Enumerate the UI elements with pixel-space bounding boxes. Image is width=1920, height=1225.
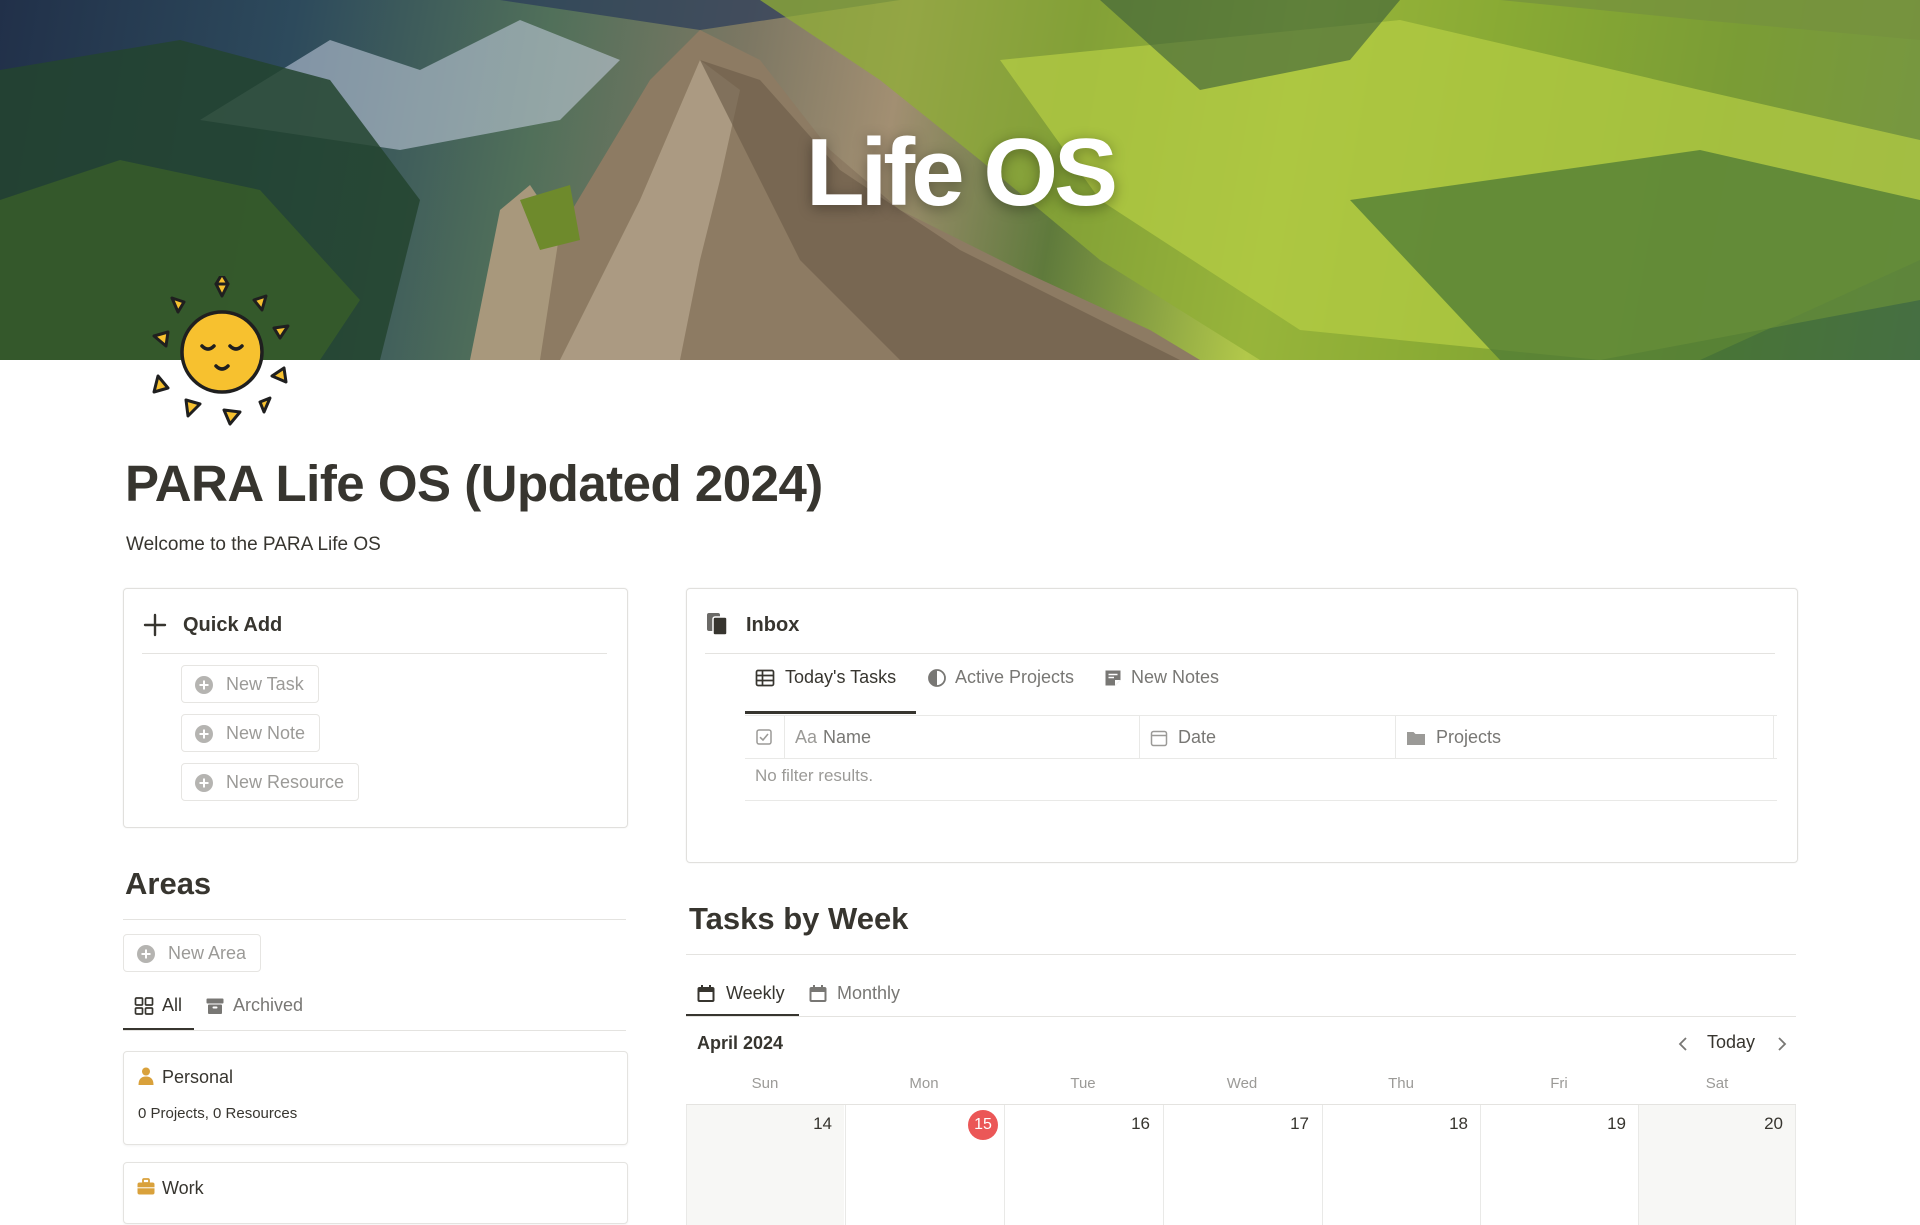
day-number: 16	[1131, 1114, 1150, 1133]
plus-circle-icon	[195, 676, 213, 694]
plus-circle-icon	[195, 725, 213, 743]
column-date-label: Date	[1178, 727, 1217, 747]
new-note-label: New Note	[226, 723, 306, 743]
tasks-table-header: Aa Name Date Projects	[745, 715, 1777, 759]
chevron-right-icon[interactable]	[1774, 1035, 1790, 1053]
sun-icon[interactable]	[144, 276, 300, 432]
quick-add-header: Quick Add	[142, 611, 607, 654]
person-icon	[138, 1067, 154, 1085]
tab-all-label: All	[162, 995, 183, 1015]
calendar-day-cell[interactable]: 14	[686, 1105, 844, 1225]
new-resource-label: New Resource	[226, 772, 345, 792]
briefcase-icon	[137, 1178, 155, 1195]
weekday-label: Thu	[1388, 1075, 1414, 1092]
chevron-left-icon[interactable]	[1675, 1035, 1691, 1053]
new-task-label: New Task	[226, 674, 304, 694]
tasks-by-week-divider	[686, 954, 1796, 955]
select-all-checkbox[interactable]	[745, 716, 785, 758]
tasks-by-week-heading[interactable]: Tasks by Week	[689, 901, 908, 937]
inbox-documents-icon	[707, 613, 728, 636]
day-number: 19	[1607, 1114, 1626, 1133]
tab-todays-tasks-label: Today's Tasks	[785, 667, 897, 687]
page-subtitle[interactable]: Welcome to the PARA Life OS	[126, 534, 381, 556]
today-button[interactable]: Today	[1707, 1032, 1755, 1053]
weekday-label: Wed	[1226, 1075, 1258, 1092]
calendar-tabs-divider	[686, 1016, 1796, 1017]
tab-new-notes-label: New Notes	[1131, 667, 1220, 687]
table-bottom-border	[745, 800, 1777, 801]
weekday-label: Sun	[751, 1075, 779, 1092]
calendar-icon	[697, 985, 715, 1002]
weekday-label: Fri	[1550, 1075, 1568, 1092]
calendar-day-cell[interactable]: 20	[1638, 1105, 1796, 1225]
areas-heading[interactable]: Areas	[125, 866, 211, 902]
tab-active-projects-label: Active Projects	[955, 667, 1075, 687]
tab-new-notes[interactable]: New Notes	[1103, 664, 1233, 706]
calendar-day-cell[interactable]: 16	[1004, 1105, 1162, 1225]
column-header-date[interactable]: Date	[1140, 716, 1396, 758]
column-header-name[interactable]: Aa Name	[785, 716, 1140, 758]
areas-divider	[123, 919, 626, 920]
archive-box-icon	[206, 998, 224, 1014]
day-number: 18	[1449, 1114, 1468, 1133]
today-day-badge: 15	[968, 1110, 998, 1140]
new-task-button[interactable]: New Task	[181, 665, 319, 703]
tab-archived-label: Archived	[233, 995, 304, 1015]
new-note-button[interactable]: New Note	[181, 714, 321, 752]
tab-todays-tasks[interactable]: Today's Tasks	[755, 664, 905, 706]
inbox-title: Inbox	[746, 614, 800, 636]
new-resource-button[interactable]: New Resource	[181, 763, 360, 801]
calendar-day-cell[interactable]: 18	[1322, 1105, 1480, 1225]
weekday-label: Sat	[1705, 1075, 1729, 1092]
new-area-label: New Area	[168, 943, 247, 963]
calendar-day-cell[interactable]: 15	[845, 1105, 1003, 1225]
calendar-icon	[1150, 730, 1168, 747]
tab-weekly-label: Weekly	[726, 983, 785, 1003]
area-card-meta: 0 Projects, 0 Resources	[138, 1105, 298, 1122]
areas-tabs-divider	[123, 1030, 626, 1031]
column-projects-label: Projects	[1436, 727, 1502, 747]
checkbox-icon	[756, 729, 772, 745]
area-card-work[interactable]: Work	[123, 1162, 628, 1224]
calendar-day-cell[interactable]: 17	[1163, 1105, 1321, 1225]
area-card-personal[interactable]: Personal 0 Projects, 0 Resources	[123, 1051, 628, 1145]
cover-title: Life OS	[805, 119, 1118, 226]
column-name-label: Name	[823, 727, 872, 747]
quick-add-title: Quick Add	[183, 614, 283, 636]
day-number: 17	[1290, 1114, 1309, 1133]
new-area-button[interactable]: New Area	[123, 934, 262, 972]
calendar-icon	[809, 985, 827, 1002]
note-icon	[1105, 670, 1121, 686]
area-card-title: Work	[162, 1178, 204, 1198]
inbox-callout: Inbox Today's Tasks Active Projects New …	[686, 588, 1798, 863]
folder-icon	[1407, 732, 1425, 745]
plus-circle-icon	[137, 945, 155, 963]
table-icon	[755, 669, 775, 687]
plus-icon	[143, 613, 167, 637]
pie-chart-icon	[928, 669, 946, 687]
tab-archived[interactable]: Archived	[205, 992, 315, 1034]
area-card-title: Personal	[162, 1067, 234, 1087]
day-number: 20	[1764, 1114, 1783, 1133]
day-number: 14	[813, 1114, 832, 1133]
column-header-projects[interactable]: Projects	[1396, 716, 1774, 758]
tab-active-projects[interactable]: Active Projects	[927, 664, 1087, 706]
inbox-header: Inbox	[705, 611, 1775, 654]
calendar-month-label: April 2024	[697, 1033, 784, 1053]
weekday-label: Mon	[909, 1075, 939, 1092]
tab-monthly-label: Monthly	[837, 983, 901, 1003]
plus-circle-icon	[195, 774, 213, 792]
empty-table-message: No filter results.	[755, 766, 874, 785]
active-tab-indicator	[745, 711, 916, 714]
weekday-label: Tue	[1070, 1075, 1096, 1092]
gallery-grid-icon	[134, 997, 154, 1015]
calendar-day-cell[interactable]: 19	[1480, 1105, 1638, 1225]
page-title[interactable]: PARA Life OS (Updated 2024)	[125, 454, 823, 513]
text-property-icon: Aa	[795, 727, 818, 747]
quick-add-callout: Quick Add New Task New Note New Resource	[123, 588, 628, 828]
